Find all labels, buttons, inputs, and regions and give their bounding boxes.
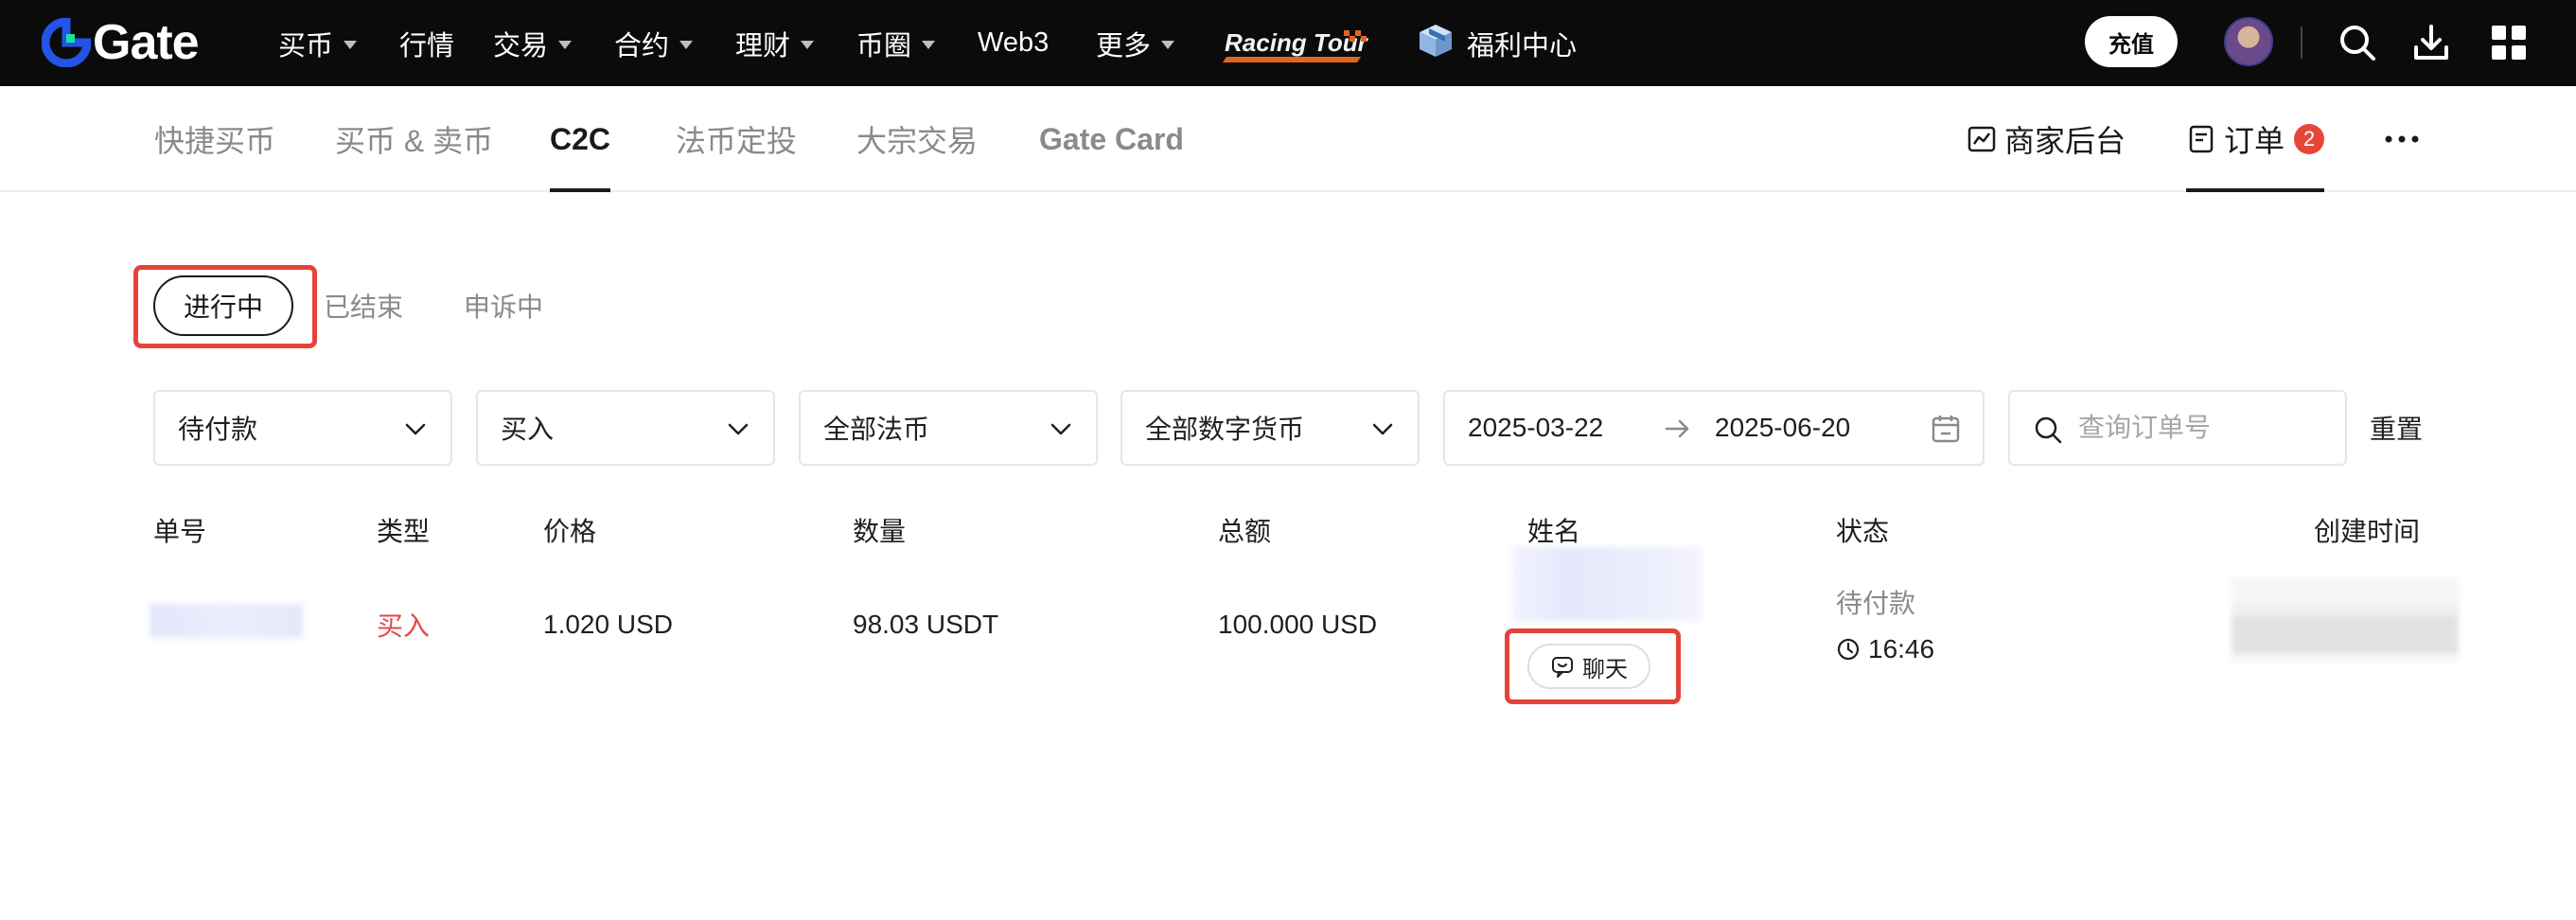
order-type: 买入 <box>377 611 431 641</box>
payment-status-value: 待付款 <box>178 415 258 444</box>
tab-c2c-label: C2C <box>550 121 611 156</box>
nav-more[interactable]: 更多 <box>1096 0 1175 86</box>
nav-futures[interactable]: 合约 <box>614 0 694 86</box>
search-icon <box>2035 416 2062 444</box>
welfare-center-link[interactable]: 福利中心 <box>1467 0 1577 86</box>
date-range-picker[interactable]: 2025-03-22 2025-06-20 <box>1443 390 1985 466</box>
nav-trade[interactable]: 交易 <box>493 0 573 86</box>
nav-markets[interactable]: 行情 <box>399 0 454 86</box>
nav-label: Web3 <box>978 27 1050 58</box>
chart-icon <box>1967 126 1996 152</box>
date-from[interactable]: 2025-03-22 <box>1468 392 1603 464</box>
calendar-icon[interactable] <box>1930 413 1962 445</box>
column-header-order-id: 单号 <box>153 517 207 546</box>
column-header-price: 价格 <box>543 517 597 546</box>
fiat-select[interactable]: 全部法币 <box>799 390 1098 466</box>
crypto-select[interactable]: 全部数字货币 <box>1120 390 1420 466</box>
nav-label: 合约 <box>614 30 670 62</box>
side-value: 买入 <box>501 415 555 444</box>
column-header-total: 总额 <box>1218 517 1272 546</box>
caret-down-icon <box>1161 41 1175 49</box>
order-search-input[interactable] <box>2078 405 2334 451</box>
orders-count-badge: 2 <box>2294 124 2325 154</box>
top-navigation-bar: Gate 买币 行情 交易 合约 理财 币圈 Web3 更多 Racing To… <box>0 0 2576 86</box>
chevron-down-icon <box>1050 423 1071 435</box>
nav-label: 行情 <box>399 30 455 62</box>
search-icon[interactable] <box>2336 21 2379 64</box>
status-tab-appeal[interactable]: 申诉中 <box>464 275 543 336</box>
tab-c2c[interactable]: C2C <box>550 86 611 192</box>
nav-label: 更多 <box>1096 30 1152 62</box>
tab-block-trade[interactable]: 大宗交易 <box>856 86 978 192</box>
nav-label: 买币 <box>278 30 334 62</box>
redacted-created-time <box>2232 577 2459 663</box>
caret-down-icon <box>922 41 936 49</box>
gate-logo-icon <box>42 18 91 67</box>
caret-down-icon <box>344 41 358 49</box>
reset-button[interactable]: 重置 <box>2370 390 2423 466</box>
payment-status-select[interactable]: 待付款 <box>153 390 452 466</box>
column-header-status: 状态 <box>1836 517 1890 546</box>
column-header-type: 类型 <box>377 517 431 546</box>
chat-button[interactable]: 聊天 <box>1527 644 1650 689</box>
chevron-down-icon <box>728 423 749 435</box>
merchant-dashboard-label: 商家后台 <box>2004 124 2126 158</box>
logo-text: Gate <box>93 15 200 70</box>
nav-buy-crypto[interactable]: 买币 <box>278 0 358 86</box>
clock-icon <box>1837 638 1860 661</box>
order-total: 100.000 USD <box>1218 610 1378 639</box>
apps-grid-icon[interactable] <box>2487 21 2531 64</box>
order-countdown: 16:46 <box>1836 630 1934 668</box>
orders-label: 订单 <box>2224 124 2285 158</box>
order-search-box[interactable] <box>2008 390 2347 466</box>
nav-label: 理财 <box>735 30 791 62</box>
avatar[interactable] <box>2224 17 2273 66</box>
chevron-down-icon <box>1372 423 1393 435</box>
chat-label: 聊天 <box>1582 656 1628 682</box>
deposit-button[interactable]: 充值 <box>2085 16 2178 67</box>
gate-logo[interactable]: Gate <box>42 15 200 70</box>
order-quantity: 98.03 USDT <box>853 610 999 639</box>
redacted-order-id <box>150 604 303 638</box>
redacted-name <box>1512 547 1702 621</box>
tab-quick-buy[interactable]: 快捷买币 <box>154 86 275 192</box>
countdown-value: 16:46 <box>1868 634 1935 663</box>
tab-fiat-dca[interactable]: 法币定投 <box>676 86 797 192</box>
nav-web3[interactable]: Web3 <box>978 0 1049 86</box>
order-price: 1.020 USD <box>543 610 673 639</box>
more-horizontal-icon[interactable] <box>2383 124 2421 154</box>
caret-down-icon <box>679 41 694 49</box>
merchant-dashboard-link[interactable]: 商家后台 <box>1967 86 2126 192</box>
sub-navigation: 快捷买币 买币 & 卖币 C2C 法币定投 大宗交易 Gate Card 商家后… <box>0 86 2576 192</box>
tab-gate-card[interactable]: Gate Card <box>1039 86 1184 192</box>
download-icon[interactable] <box>2409 21 2453 64</box>
status-tab-finished[interactable]: 已结束 <box>324 275 403 336</box>
caret-down-icon <box>558 41 573 49</box>
arrow-right-icon <box>1665 419 1689 438</box>
nav-community[interactable]: 币圈 <box>856 0 936 86</box>
active-tab-underline <box>2186 188 2325 192</box>
column-header-created-time: 创建时间 <box>2314 517 2421 546</box>
caret-down-icon <box>801 41 815 49</box>
header-divider <box>2301 27 2303 59</box>
side-select[interactable]: 买入 <box>476 390 775 466</box>
crypto-value: 全部数字货币 <box>1145 415 1305 444</box>
chevron-down-icon <box>405 423 426 435</box>
active-tab-underline <box>550 188 611 192</box>
nav-earn[interactable]: 理财 <box>735 0 815 86</box>
status-tab-ongoing[interactable]: 进行中 <box>153 275 293 336</box>
order-status: 待付款 <box>1836 589 1916 618</box>
fiat-value: 全部法币 <box>823 415 930 444</box>
welfare-box-icon <box>1420 25 1452 57</box>
chat-bubble-icon <box>1552 657 1573 678</box>
column-header-quantity: 数量 <box>853 517 907 546</box>
orders-link[interactable]: 订单 2 <box>2186 86 2325 192</box>
date-to[interactable]: 2025-06-20 <box>1715 392 1850 464</box>
racing-tour-logo[interactable]: Racing Tour <box>1219 21 1368 66</box>
nav-label: 交易 <box>493 30 549 62</box>
tab-buy-sell[interactable]: 买币 & 卖币 <box>335 86 493 192</box>
column-header-name: 姓名 <box>1527 517 1581 546</box>
document-icon <box>2189 125 2214 153</box>
nav-label: 币圈 <box>856 30 912 62</box>
